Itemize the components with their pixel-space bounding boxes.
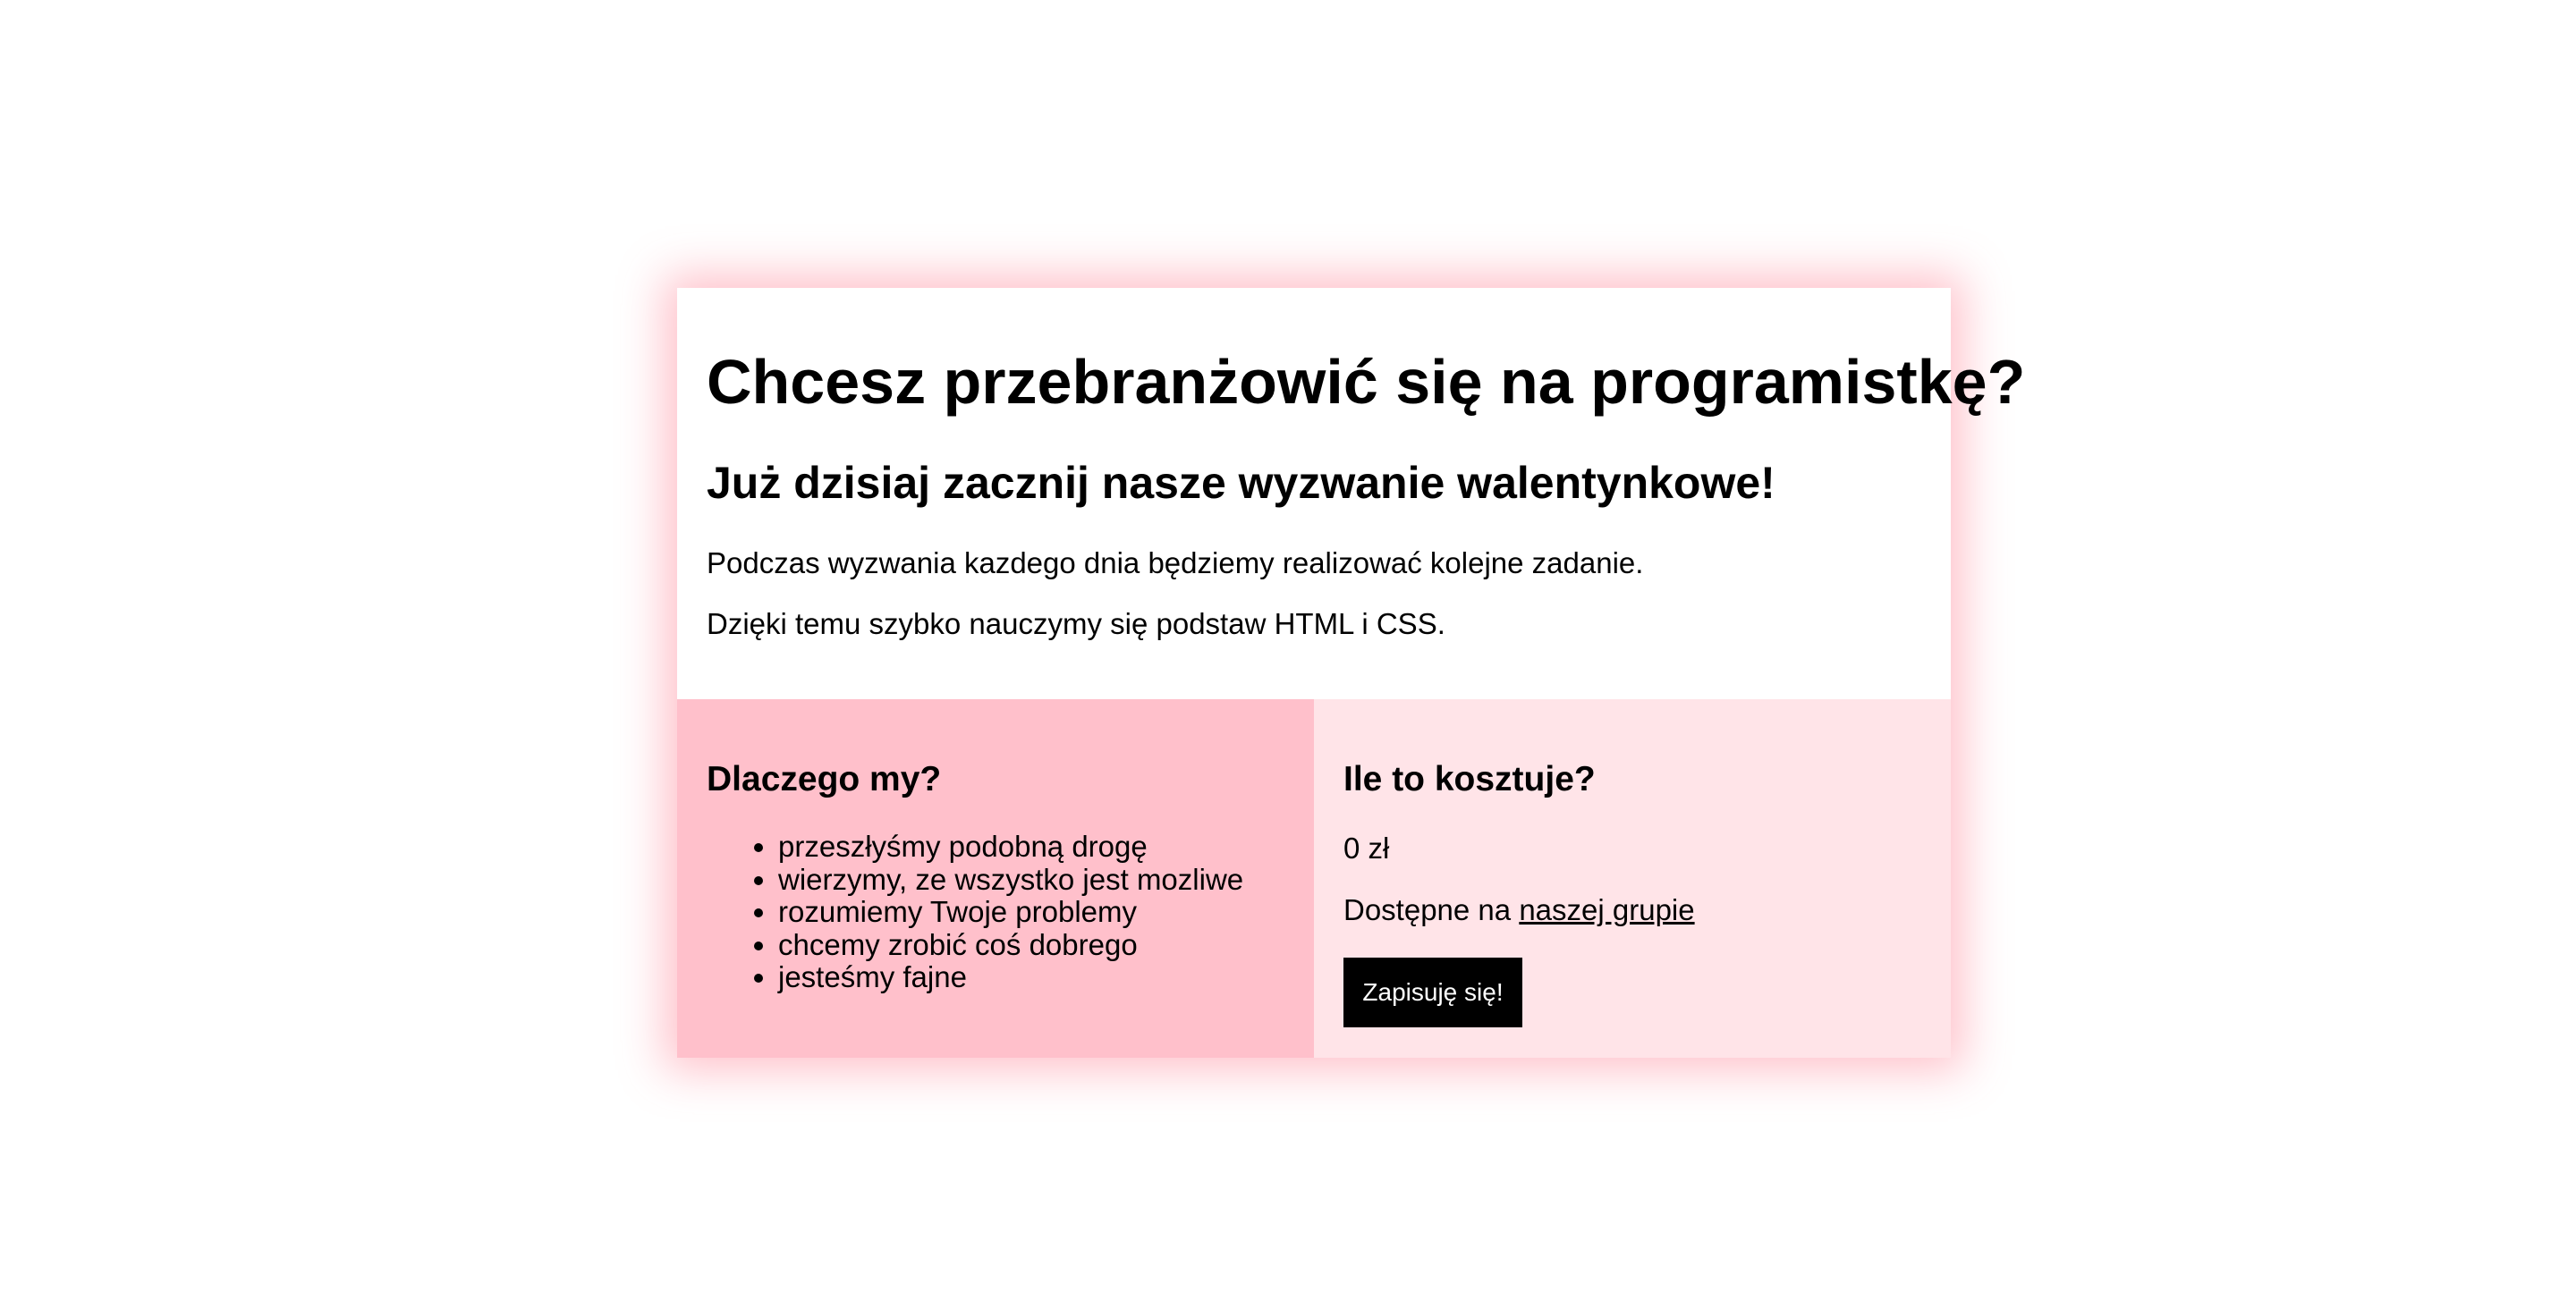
- promo-card: Chcesz przebranżowić się na programistkę…: [677, 288, 2025, 1058]
- page-subtitle: Już dzisiaj zacznij nasze wyzwanie walen…: [707, 458, 1775, 508]
- signup-button[interactable]: Zapisuję się!: [1343, 958, 1522, 1027]
- list-item: chcemy zrobić coś dobrego: [778, 928, 1243, 962]
- why-us-section: Dlaczego my? przeszłyśmy podobną drogę w…: [677, 699, 1314, 1058]
- why-us-list: przeszłyśmy podobną drogę wierzymy, ze w…: [707, 830, 1243, 994]
- page-title: Chcesz przebranżowić się na programistkę…: [707, 347, 2026, 417]
- hero-section: Chcesz przebranżowić się na programistkę…: [677, 288, 2025, 699]
- intro-paragraph-1: Podczas wyzwania kazdego dnia będziemy r…: [707, 546, 1644, 579]
- pricing-heading: Ile to kosztuje?: [1343, 760, 1596, 798]
- intro-paragraph-2: Dzięki temu szybko nauczymy się podstaw …: [707, 607, 1445, 640]
- group-link[interactable]: naszej grupie: [1519, 893, 1694, 926]
- list-item: jesteśmy fajne: [778, 960, 1243, 994]
- availability-text: Dostępne na naszej grupie: [1343, 895, 1695, 925]
- pricing-section: Ile to kosztuje? 0 zł Dostępne na naszej…: [1314, 699, 1951, 1058]
- list-item: wierzymy, ze wszystko jest mozliwe: [778, 863, 1243, 897]
- list-item: rozumiemy Twoje problemy: [778, 895, 1243, 929]
- why-us-heading: Dlaczego my?: [707, 760, 942, 798]
- availability-prefix: Dostępne na: [1343, 893, 1520, 926]
- price-value: 0 zł: [1343, 832, 1390, 865]
- list-item: przeszłyśmy podobną drogę: [778, 830, 1243, 864]
